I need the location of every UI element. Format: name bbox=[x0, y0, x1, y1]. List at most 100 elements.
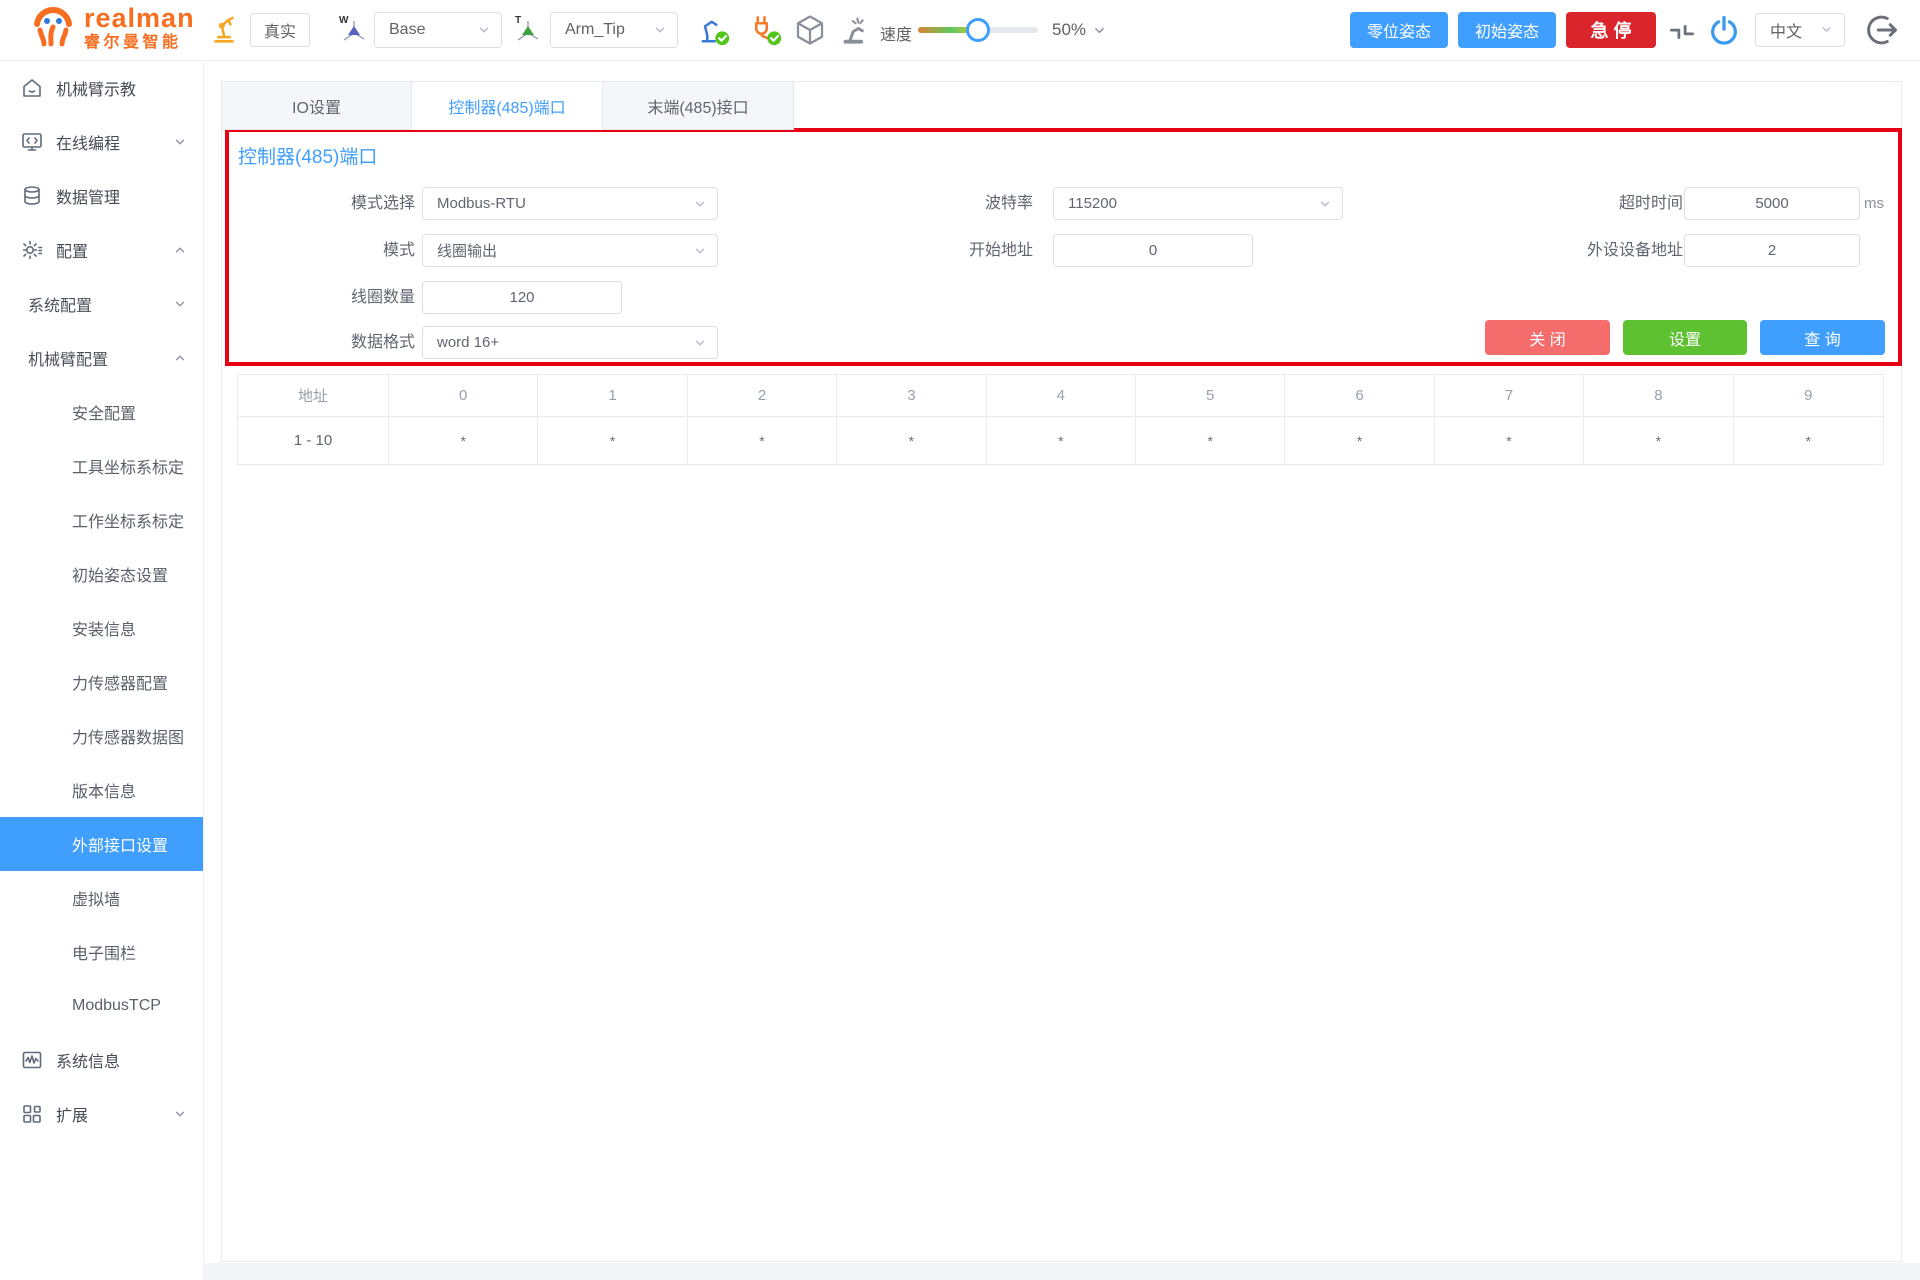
column-header-address: 地址 bbox=[238, 375, 389, 416]
chevron-up-icon bbox=[173, 243, 187, 257]
mode-output-select[interactable]: 线圈输出 bbox=[422, 234, 718, 267]
value-cell: * bbox=[538, 417, 687, 464]
language-select[interactable]: 中文 bbox=[1755, 13, 1845, 47]
speed-slider-handle[interactable] bbox=[966, 18, 990, 42]
baud-rate-label: 波特率 bbox=[813, 187, 1033, 220]
teach-pendant-icon[interactable] bbox=[206, 12, 242, 48]
chevron-down-icon bbox=[173, 135, 187, 149]
chevron-down-icon bbox=[173, 297, 187, 311]
table-header-row: 地址 0 1 2 3 4 5 6 7 8 9 bbox=[238, 375, 1883, 416]
collision-detect-icon[interactable] bbox=[836, 12, 872, 48]
cube-3d-icon[interactable] bbox=[792, 12, 828, 48]
data-format-select[interactable]: word 16+ bbox=[422, 326, 718, 359]
value-cell: * bbox=[1136, 417, 1285, 464]
sidebar-item-online-programming[interactable]: 在线编程 bbox=[0, 115, 203, 169]
io-connected-icon[interactable] bbox=[748, 12, 784, 48]
sidebar-item-system-config[interactable]: 系统配置 bbox=[0, 277, 203, 331]
value-cell: * bbox=[1435, 417, 1584, 464]
sidebar-item-force-sensor-chart[interactable]: 力传感器数据图 bbox=[0, 709, 203, 763]
column-header: 7 bbox=[1435, 375, 1584, 416]
set-button[interactable]: 设置 bbox=[1623, 320, 1747, 355]
sidebar-item-virtual-wall[interactable]: 虚拟墙 bbox=[0, 871, 203, 925]
device-address-input[interactable]: 2 bbox=[1684, 234, 1860, 267]
chevron-down-icon bbox=[173, 1107, 187, 1121]
initial-pose-button[interactable]: 初始姿态 bbox=[1458, 12, 1556, 48]
chevron-down-icon bbox=[653, 23, 667, 37]
sidebar-item-safety-config[interactable]: 安全配置 bbox=[0, 385, 203, 439]
start-address-input[interactable]: 0 bbox=[1053, 234, 1253, 267]
speed-slider[interactable] bbox=[918, 27, 1038, 33]
chevron-up-icon bbox=[173, 351, 187, 365]
panel-title: 控制器(485)端口 bbox=[238, 142, 377, 169]
column-header: 0 bbox=[389, 375, 538, 416]
column-header: 2 bbox=[688, 375, 837, 416]
timeout-input[interactable]: 5000 bbox=[1684, 187, 1860, 220]
sidebar-item-robot-teach[interactable]: 机械臂示教 bbox=[0, 61, 203, 115]
mode-select[interactable]: Modbus-RTU bbox=[422, 187, 718, 220]
frame-select[interactable]: Base bbox=[374, 12, 502, 48]
sidebar-item-extensions[interactable]: 扩展 bbox=[0, 1087, 203, 1141]
value-cell: * bbox=[688, 417, 837, 464]
joint-connector-icon[interactable] bbox=[1664, 14, 1700, 50]
start-address-label: 开始地址 bbox=[813, 234, 1033, 267]
tab-io-settings[interactable]: IO设置 bbox=[221, 81, 412, 130]
svg-text:T: T bbox=[515, 15, 521, 26]
arm-connected-icon[interactable] bbox=[696, 12, 732, 48]
speed-value[interactable]: 50% bbox=[1052, 20, 1106, 40]
value-cell: * bbox=[1285, 417, 1434, 464]
tab-controller-485-port[interactable]: 控制器(485)端口 bbox=[412, 81, 603, 130]
chevron-down-icon bbox=[693, 336, 707, 350]
column-header: 4 bbox=[987, 375, 1136, 416]
tab-end-485-interface[interactable]: 末端(485)接口 bbox=[603, 81, 794, 130]
tool-frame-axis-icon: T bbox=[510, 12, 546, 48]
real-mode-button[interactable]: 真实 bbox=[250, 13, 310, 47]
sidebar-item-external-interface-settings[interactable]: 外部接口设置 bbox=[0, 817, 203, 871]
brand-logo: realman 睿尔曼智能 bbox=[30, 5, 195, 51]
emergency-stop-button[interactable]: 急 停 bbox=[1566, 12, 1656, 48]
page-bottom-strip bbox=[204, 1263, 1920, 1280]
power-icon[interactable] bbox=[1706, 12, 1742, 48]
zero-pose-button[interactable]: 零位姿态 bbox=[1350, 12, 1448, 48]
close-button[interactable]: 关 闭 bbox=[1485, 320, 1610, 355]
column-header: 6 bbox=[1285, 375, 1434, 416]
query-button[interactable]: 查 询 bbox=[1760, 320, 1885, 355]
sidebar-item-install-info[interactable]: 安装信息 bbox=[0, 601, 203, 655]
brand-name-cn: 睿尔曼智能 bbox=[84, 35, 195, 51]
sidebar-item-force-sensor-config[interactable]: 力传感器配置 bbox=[0, 655, 203, 709]
tool-select[interactable]: Arm_Tip bbox=[550, 12, 678, 48]
logout-icon[interactable] bbox=[1864, 12, 1900, 48]
sidebar-item-version-info[interactable]: 版本信息 bbox=[0, 763, 203, 817]
value-cell: * bbox=[389, 417, 538, 464]
extensions-icon bbox=[20, 1102, 44, 1126]
device-address-label: 外设设备地址 bbox=[1463, 234, 1683, 267]
table-row: 1 - 10 * * * * * * * * * * bbox=[238, 416, 1883, 464]
database-icon bbox=[20, 184, 44, 208]
system-info-icon bbox=[20, 1048, 44, 1072]
top-bar: realman 睿尔曼智能 真实 W Base bbox=[0, 0, 1920, 61]
column-header: 5 bbox=[1136, 375, 1285, 416]
sidebar-item-config[interactable]: 配置 bbox=[0, 223, 203, 277]
sidebar-item-tool-frame-calibration[interactable]: 工具坐标系标定 bbox=[0, 439, 203, 493]
chevron-down-icon bbox=[1092, 23, 1106, 37]
baud-rate-select[interactable]: 115200 bbox=[1053, 187, 1343, 220]
sidebar-item-arm-config[interactable]: 机械臂配置 bbox=[0, 331, 203, 385]
sidebar-item-work-frame-calibration[interactable]: 工作坐标系标定 bbox=[0, 493, 203, 547]
mode-select-label: 模式选择 bbox=[195, 187, 415, 220]
column-header: 1 bbox=[538, 375, 687, 416]
column-header: 9 bbox=[1734, 375, 1883, 416]
chevron-down-icon bbox=[477, 23, 491, 37]
coil-count-input[interactable]: 120 bbox=[422, 281, 622, 314]
realman-teach-app: realman 睿尔曼智能 真实 W Base bbox=[0, 0, 1920, 1280]
column-header: 3 bbox=[837, 375, 986, 416]
sidebar-item-modbus-tcp[interactable]: ModbusTCP bbox=[0, 979, 203, 1033]
home-icon bbox=[20, 76, 44, 100]
sidebar-item-system-info[interactable]: 系统信息 bbox=[0, 1033, 203, 1087]
chevron-down-icon bbox=[693, 244, 707, 258]
data-format-label: 数据格式 bbox=[195, 326, 415, 359]
timeout-label: 超时时间 bbox=[1463, 187, 1683, 220]
gear-icon bbox=[20, 238, 44, 262]
sidebar-item-initial-pose-settings[interactable]: 初始姿态设置 bbox=[0, 547, 203, 601]
sidebar-item-electronic-fence[interactable]: 电子围栏 bbox=[0, 925, 203, 979]
value-cell: * bbox=[1734, 417, 1883, 464]
sidebar-item-data-management[interactable]: 数据管理 bbox=[0, 169, 203, 223]
